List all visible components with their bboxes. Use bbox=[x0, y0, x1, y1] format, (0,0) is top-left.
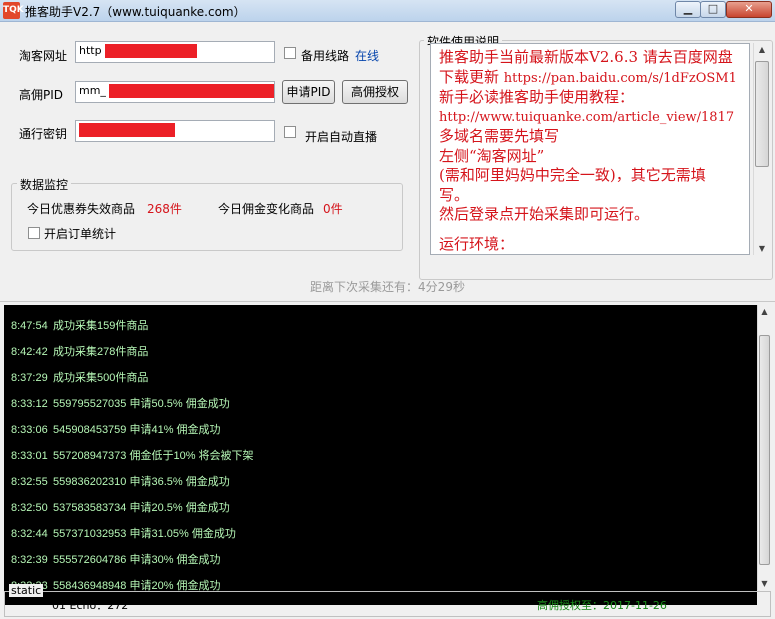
title-bar[interactable]: TQK 推客助手V2.7（www.tuiquanke.com） ▁ □ ✕ bbox=[0, 0, 775, 22]
help-line: 多域名需要先填写 bbox=[439, 127, 560, 145]
help-scrollbar[interactable]: ▲ ▼ bbox=[753, 43, 770, 255]
passkey-input[interactable] bbox=[75, 120, 275, 142]
help-textbox[interactable]: 推客助手当前最新版本V2.6.3 请去百度网盘 下载更新 https://pan… bbox=[430, 43, 750, 255]
online-link[interactable]: 在线 bbox=[355, 47, 379, 64]
status-group-title: static bbox=[9, 584, 44, 597]
pid-value: mm_ bbox=[79, 84, 106, 97]
taobao-url-label: 淘客网址 bbox=[19, 49, 68, 63]
log-row: 8:47:54 成功采集159件商品 bbox=[11, 320, 149, 332]
backup-line-label: 备用线路 bbox=[301, 49, 350, 63]
taobao-url-value: http bbox=[79, 44, 102, 57]
divider bbox=[0, 301, 775, 302]
log-row: 8:37:29 成功采集500件商品 bbox=[11, 372, 149, 384]
log-row: 8:32:50 537583583734 申请20.5% 佣金成功 bbox=[11, 502, 230, 514]
log-row: 8:42:42 成功采集278件商品 bbox=[11, 346, 149, 358]
help-line: http://www.tuiquanke.com/article_view/18… bbox=[439, 109, 735, 125]
help-line: 写。 bbox=[439, 185, 470, 204]
high-auth-button[interactable]: 高佣授权 bbox=[342, 80, 408, 104]
auto-live-label: 开启自动直播 bbox=[305, 130, 378, 144]
help-line: 下载更新 https://pan.baidu.com/s/1dFzOSM1 bbox=[439, 67, 737, 86]
log-row: 8:32:39 555572604786 申请30% 佣金成功 bbox=[11, 554, 221, 566]
log-row: 8:33:06 545908453759 申请41% 佣金成功 bbox=[11, 424, 221, 436]
client-area: 淘客网址 http 备用线路 在线 高佣PID mm_ 申请PID 高佣授权 通… bbox=[0, 22, 775, 619]
help-line: 然后登录点开始采集即可运行。 bbox=[439, 205, 650, 223]
order-stats-checkbox[interactable] bbox=[28, 227, 40, 239]
close-button[interactable]: ✕ bbox=[726, 1, 772, 18]
commission-change-count: 0件 bbox=[323, 202, 343, 216]
help-line: 左侧“淘客网址” bbox=[439, 146, 545, 165]
help-line: 运行环境： bbox=[439, 234, 515, 253]
auth-expiry: 高佣授权至：2017-11-26 bbox=[537, 599, 667, 612]
help-line: (需和阿里妈妈中完全一致)，其它无需填 bbox=[439, 166, 706, 184]
log-scrollbar[interactable]: ▲ ▼ bbox=[757, 305, 771, 590]
help-line: 推客助手当前最新版本V2.6.3 请去百度网盘 bbox=[439, 48, 733, 66]
monitor-group-title: 数据监控 bbox=[17, 176, 72, 193]
commission-change-label: 今日佣金变化商品 bbox=[218, 202, 315, 216]
app-icon: TQK bbox=[3, 2, 24, 19]
pid-input[interactable]: mm_ bbox=[75, 81, 275, 103]
window-title: 推客助手V2.7（www.tuiquanke.com） bbox=[25, 5, 246, 19]
echo-count: 01 Echo：272 bbox=[52, 599, 129, 612]
log-row: 8:32:44 557371032953 申请31.05% 佣金成功 bbox=[11, 528, 236, 540]
passkey-label: 通行密钥 bbox=[19, 127, 68, 141]
scroll-down-icon[interactable]: ▼ bbox=[758, 579, 771, 588]
order-stats-label: 开启订单统计 bbox=[44, 227, 117, 241]
expired-coupon-count: 268件 bbox=[147, 202, 182, 216]
countdown-text: 距离下次采集还有：4分29秒 bbox=[310, 280, 465, 294]
scroll-down-icon[interactable]: ▼ bbox=[754, 244, 770, 253]
expired-coupon-label: 今日优惠券失效商品 bbox=[27, 202, 136, 216]
redacted-passkey bbox=[79, 123, 175, 137]
minimize-button[interactable]: ▁ bbox=[675, 1, 701, 18]
redacted-pid bbox=[109, 84, 274, 98]
maximize-button[interactable]: □ bbox=[700, 1, 726, 18]
apply-pid-button[interactable]: 申请PID bbox=[282, 80, 335, 104]
backup-line-checkbox[interactable] bbox=[284, 47, 296, 59]
log-scroll-thumb[interactable] bbox=[759, 335, 770, 565]
log-row: 8:33:12 559795527035 申请50.5% 佣金成功 bbox=[11, 398, 230, 410]
auto-live-checkbox[interactable] bbox=[284, 126, 296, 138]
log-row: 8:32:55 559836202310 申请36.5% 佣金成功 bbox=[11, 476, 230, 488]
log-row: 8:33:01 557208947373 佣金低于10% 将会被下架 bbox=[11, 450, 254, 462]
taobao-url-input[interactable]: http bbox=[75, 41, 275, 63]
log-console[interactable]: 8:47:54 成功采集159件商品 8:42:42 成功采集278件商品 8:37… bbox=[4, 305, 757, 605]
scroll-up-icon[interactable]: ▲ bbox=[754, 45, 770, 54]
scroll-up-icon[interactable]: ▲ bbox=[758, 307, 771, 316]
redacted-url bbox=[105, 44, 198, 58]
help-line: 新手必读推客助手使用教程： bbox=[439, 88, 635, 106]
pid-label: 高佣PID bbox=[19, 88, 64, 102]
help-scroll-thumb[interactable] bbox=[755, 61, 769, 167]
